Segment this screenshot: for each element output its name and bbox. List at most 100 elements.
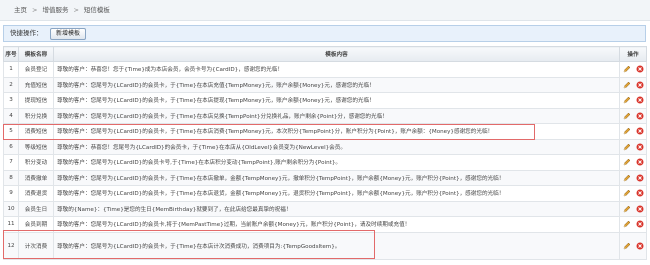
delete-icon[interactable] bbox=[636, 174, 644, 182]
quick-actions-bar: 快捷操作： 新增模板 bbox=[3, 25, 646, 42]
delete-icon[interactable] bbox=[636, 127, 644, 135]
row-actions bbox=[619, 138, 647, 155]
pencil-icon[interactable] bbox=[623, 143, 631, 151]
template-content: 尊敬的客户：您尾号为{LCardID}的会员卡，于{Time}在本店计次消费成功… bbox=[53, 231, 620, 260]
row-number: 6 bbox=[3, 138, 19, 155]
row-number: 10 bbox=[3, 200, 19, 217]
pencil-icon[interactable] bbox=[623, 205, 631, 213]
table-body: 1 会员登记 尊敬的客户：恭喜您！您于{Time}成为本店会员，会员卡号为{Card… bbox=[3, 61, 647, 260]
template-name: 积分兑换 bbox=[18, 107, 54, 124]
table-row: 4 积分兑换 尊敬的客户：您尾号为{LCardID}的会员卡，于{Time}在本店兑… bbox=[3, 107, 647, 124]
row-actions bbox=[619, 185, 647, 202]
template-content: 尊敬的客户：您尾号为{LCardID}的会员卡号,于{Time}在本店积分变动{… bbox=[53, 154, 620, 171]
row-number: 12 bbox=[3, 231, 19, 260]
template-content: 尊敬的客户：您尾号为{LCardID}的会员卡，于{Time}在本店提现{Tem… bbox=[53, 92, 620, 109]
table-row: 1 会员登记 尊敬的客户：恭喜您！您于{Time}成为本店会员，会员卡号为{Card… bbox=[3, 61, 647, 78]
table-row: 12 计次消费 尊敬的客户：您尾号为{LCardID}的会员卡，于{Time}在本店… bbox=[3, 231, 647, 260]
template-name: 充值短信 bbox=[18, 76, 54, 93]
table-row: 3 提现短信 尊敬的客户：您尾号为{LCardID}的会员卡，于{Time}在本店提… bbox=[3, 92, 647, 109]
delete-icon[interactable] bbox=[636, 189, 644, 197]
delete-icon[interactable] bbox=[636, 242, 644, 250]
row-number: 7 bbox=[3, 154, 19, 171]
header-name: 模板名称 bbox=[18, 46, 54, 62]
row-actions bbox=[619, 200, 647, 217]
sms-template-table: 序号 模板名称 模板内容 操作 1 会员登记 尊敬的客户：恭喜您！您于{Time}成… bbox=[3, 46, 647, 260]
template-name: 等级短信 bbox=[18, 138, 54, 155]
pencil-icon[interactable] bbox=[623, 81, 631, 89]
row-number: 8 bbox=[3, 169, 19, 186]
breadcrumb-separator: > bbox=[73, 6, 79, 14]
header-content: 模板内容 bbox=[53, 46, 620, 62]
template-content: 尊敬的客户：恭喜您！您尾号为{LCardID}的会员卡，于{Time}在本店从{… bbox=[53, 138, 620, 155]
template-name: 积分变动 bbox=[18, 154, 54, 171]
row-number: 4 bbox=[3, 107, 19, 124]
new-template-button[interactable]: 新增模板 bbox=[50, 28, 87, 40]
pencil-icon[interactable] bbox=[623, 242, 631, 250]
delete-icon[interactable] bbox=[636, 96, 644, 104]
delete-icon[interactable] bbox=[636, 205, 644, 213]
row-actions bbox=[619, 154, 647, 171]
table-row: 5 消费短信 尊敬的客户：您尾号为{LCardID}的会员卡，于{Time}在本店消… bbox=[3, 123, 647, 140]
row-number: 5 bbox=[3, 123, 19, 140]
pencil-icon[interactable] bbox=[623, 65, 631, 73]
table-row: 2 充值短信 尊敬的客户：您尾号为{LCardID}的会员卡，于{Time}在本店充… bbox=[3, 76, 647, 93]
table-row: 7 积分变动 尊敬的客户：您尾号为{LCardID}的会员卡号,于{Time}在本店… bbox=[3, 154, 647, 171]
template-content: 尊敬的客户：您尾号为{LCardID}的会员卡，于{Time}在本店消费{Tem… bbox=[53, 123, 620, 140]
delete-icon[interactable] bbox=[636, 158, 644, 166]
delete-icon[interactable] bbox=[636, 143, 644, 151]
row-actions bbox=[619, 76, 647, 93]
template-name: 消费短信 bbox=[18, 123, 54, 140]
row-actions bbox=[619, 231, 647, 260]
delete-icon[interactable] bbox=[636, 112, 644, 120]
template-name: 会员登记 bbox=[18, 61, 54, 78]
pencil-icon[interactable] bbox=[623, 220, 631, 228]
header-no: 序号 bbox=[3, 46, 19, 62]
template-name: 计次消费 bbox=[18, 231, 54, 260]
template-content: 尊敬的客户：您尾号为{LCardID}的会员卡,将于{MemPastTime}过… bbox=[53, 216, 620, 233]
template-content: 尊敬的客户：您尾号为{LCardID}的会员卡，于{Time}在本店兑换{Tem… bbox=[53, 107, 620, 124]
row-number: 9 bbox=[3, 185, 19, 202]
breadcrumb-current: 短信模板 bbox=[83, 6, 110, 14]
template-content: 尊敬的客户：您尾号为{LCardID}的会员卡，于{Time}在本店撤单，金额{… bbox=[53, 169, 620, 186]
row-actions bbox=[619, 123, 647, 140]
row-actions bbox=[619, 92, 647, 109]
table-row: 6 等级短信 尊敬的客户：恭喜您！您尾号为{LCardID}的会员卡，于{Time}… bbox=[3, 138, 647, 155]
delete-icon[interactable] bbox=[636, 65, 644, 73]
template-content: 尊敬的客户：您尾号为{LCardID}的会员卡，于{Time}在本店退货，金额{… bbox=[53, 185, 620, 202]
breadcrumb: 主页 > 增值服务 > 短信模板 bbox=[0, 0, 650, 21]
row-actions bbox=[619, 216, 647, 233]
table-row: 9 消费退货 尊敬的客户：您尾号为{LCardID}的会员卡，于{Time}在本店退… bbox=[3, 185, 647, 202]
row-actions bbox=[619, 61, 647, 78]
template-name: 消费撤单 bbox=[18, 169, 54, 186]
template-content: 尊敬的客户：您尾号为{LCardID}的会员卡，于{Time}在本店充值{Tem… bbox=[53, 76, 620, 93]
template-content: 尊敬的{Name}：{Time}是您的生日{MemBirthday}就要到了，在… bbox=[53, 200, 620, 217]
row-actions bbox=[619, 107, 647, 124]
table-row: 11 会员到期 尊敬的客户：您尾号为{LCardID}的会员卡,将于{MemPast… bbox=[3, 216, 647, 233]
table-row: 8 消费撤单 尊敬的客户：您尾号为{LCardID}的会员卡，于{Time}在本店撤… bbox=[3, 169, 647, 186]
row-number: 2 bbox=[3, 76, 19, 93]
delete-icon[interactable] bbox=[636, 81, 644, 89]
table-row: 10 会员生日 尊敬的{Name}：{Time}是您的生日{MemBirthday}… bbox=[3, 200, 647, 217]
template-name: 提现短信 bbox=[18, 92, 54, 109]
pencil-icon[interactable] bbox=[623, 127, 631, 135]
pencil-icon[interactable] bbox=[623, 96, 631, 104]
row-number: 11 bbox=[3, 216, 19, 233]
template-name: 消费退货 bbox=[18, 185, 54, 202]
pencil-icon[interactable] bbox=[623, 112, 631, 120]
template-name: 会员到期 bbox=[18, 216, 54, 233]
breadcrumb-separator: > bbox=[32, 6, 38, 14]
pencil-icon[interactable] bbox=[623, 174, 631, 182]
breadcrumb-section[interactable]: 增值服务 bbox=[42, 0, 68, 20]
delete-icon[interactable] bbox=[636, 220, 644, 228]
table-header-row: 序号 模板名称 模板内容 操作 bbox=[3, 46, 647, 62]
row-number: 3 bbox=[3, 92, 19, 109]
template-content: 尊敬的客户：恭喜您！您于{Time}成为本店会员，会员卡号为{CardID}，感… bbox=[53, 61, 620, 78]
quick-actions-label: 快捷操作： bbox=[10, 29, 43, 37]
header-ops: 操作 bbox=[619, 46, 647, 62]
row-number: 1 bbox=[3, 61, 19, 78]
pencil-icon[interactable] bbox=[623, 158, 631, 166]
breadcrumb-home[interactable]: 主页 bbox=[14, 0, 27, 20]
pencil-icon[interactable] bbox=[623, 189, 631, 197]
row-actions bbox=[619, 169, 647, 186]
template-name: 会员生日 bbox=[18, 200, 54, 217]
